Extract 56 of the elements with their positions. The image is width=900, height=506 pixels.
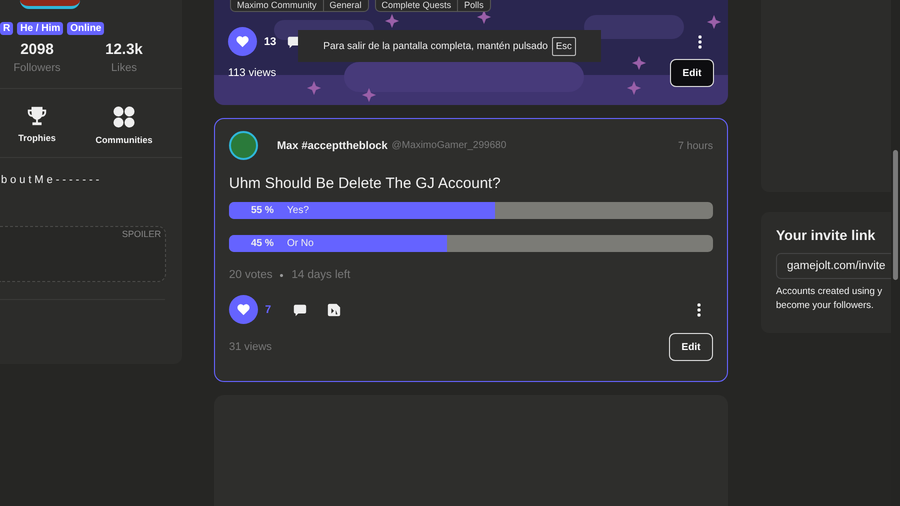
- like-button[interactable]: [228, 27, 257, 56]
- more-icon[interactable]: [697, 302, 701, 316]
- community-chip[interactable]: Maximo Community General: [230, 0, 369, 12]
- stat-label: Likes: [111, 62, 137, 74]
- about-heading: boutMe-------: [1, 174, 104, 186]
- star-icon: [362, 88, 376, 102]
- trophy-icon: [26, 105, 48, 127]
- tag-badge: Online: [67, 22, 104, 35]
- author-name[interactable]: Max #accepttheblock: [277, 140, 388, 152]
- invite-title: Your invite link: [776, 227, 876, 243]
- more-icon[interactable]: [698, 34, 702, 48]
- comment-icon[interactable]: [293, 302, 308, 316]
- poll-option-label: Or No: [287, 238, 314, 249]
- communities-icon: [112, 105, 136, 129]
- stat-label: Followers: [13, 62, 61, 74]
- community-chip[interactable]: Complete Quests Polls: [374, 0, 491, 12]
- poll-option[interactable]: 45 % Or No: [229, 235, 713, 252]
- like-button[interactable]: [229, 295, 258, 324]
- time-left: 14 days left: [291, 269, 350, 281]
- spoiler-box[interactable]: SPOILER: [0, 226, 166, 282]
- tag-badge: R: [0, 22, 14, 35]
- edit-button[interactable]: Edit: [669, 333, 713, 361]
- poll-option-label: Yes?: [287, 205, 309, 216]
- view-count: 113 views: [228, 67, 276, 79]
- profile-link[interactable]: Trophies: [0, 105, 74, 145]
- separator-dot: [280, 274, 284, 276]
- stat-value: 12.3k: [105, 41, 143, 58]
- spoiler-label: SPOILER: [122, 229, 161, 241]
- edit-button[interactable]: Edit: [670, 59, 714, 87]
- post-time: 7 hours: [678, 140, 713, 152]
- vote-count: 20 votes: [229, 269, 272, 281]
- poll-percent: 55 %: [251, 205, 275, 216]
- key-badge: Esc: [552, 36, 576, 56]
- like-count: 7: [265, 304, 272, 316]
- author-handle: @MaximoGamer_299680: [392, 140, 506, 151]
- invite-note: become your followers.: [776, 299, 875, 313]
- profile-link[interactable]: Communities: [74, 105, 174, 145]
- poll-percent: 45 %: [251, 238, 275, 249]
- star-icon: [307, 81, 321, 95]
- poll-option[interactable]: 55 % Yes?: [229, 202, 713, 219]
- invite-link-field[interactable]: gamejolt.com/invite: [776, 253, 891, 279]
- star-icon: [627, 81, 641, 95]
- invite-note: Accounts created using y: [776, 285, 884, 299]
- heart-icon: [235, 34, 250, 49]
- notice-text: Para salir de la pantalla completa, mantén pulsado: [323, 40, 548, 52]
- sticker-icon[interactable]: [327, 302, 342, 316]
- heart-icon: [236, 302, 251, 317]
- view-count: 31 views: [229, 341, 272, 353]
- tag-badge: He / Him: [17, 22, 64, 35]
- like-count: 13: [264, 36, 276, 48]
- star-icon: [632, 56, 646, 70]
- star-icon: [477, 10, 491, 24]
- star-icon: [707, 15, 721, 29]
- stat-value: 2098: [20, 41, 54, 58]
- star-icon: [385, 14, 399, 28]
- poll-question: Uhm Should Be Delete The GJ Account?: [228, 175, 502, 192]
